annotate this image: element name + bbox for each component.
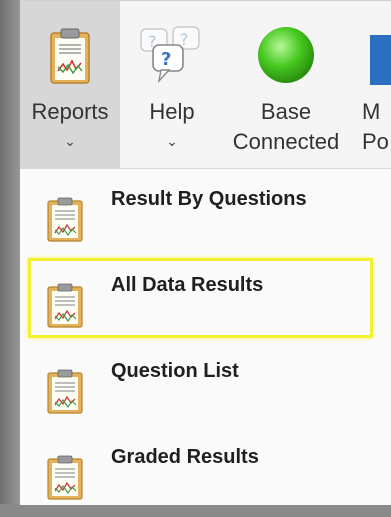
- base-connected-button[interactable]: Base Connected: [224, 1, 348, 169]
- partial-label: M Po: [350, 97, 389, 157]
- help-button[interactable]: ? ? ? Help ⌄: [124, 1, 220, 169]
- green-status-icon: [256, 15, 316, 85]
- menu-item-label: Question List: [111, 360, 239, 382]
- reports-label: Reports: [31, 99, 109, 124]
- svg-text:?: ?: [161, 49, 171, 70]
- help-label: Help: [149, 99, 195, 124]
- background-window-edge: [0, 0, 22, 504]
- highlight-box: [28, 258, 373, 338]
- report-clipboard-icon: [46, 197, 86, 248]
- menu-item-result-by-questions[interactable]: Result By Questions: [20, 173, 391, 259]
- menu-item-graded-results[interactable]: Graded Results: [20, 431, 391, 517]
- menu-item-label: Graded Results: [111, 446, 259, 468]
- report-clipboard-icon: [46, 455, 86, 506]
- base-label-line2: Connected: [232, 129, 340, 154]
- partial-ribbon-button[interactable]: M Po: [350, 1, 391, 169]
- partial-label-line1: M: [362, 99, 381, 124]
- help-bubbles-icon: ? ? ?: [139, 15, 205, 85]
- menu-item-question-list[interactable]: Question List: [20, 345, 391, 431]
- reports-button[interactable]: Reports ⌄: [20, 1, 120, 169]
- base-label: Base Connected: [233, 97, 339, 157]
- base-label-line1: Base: [260, 99, 312, 124]
- ribbon-toolbar: Reports ⌄ ? ? ? Help ⌄ Base Connected M …: [20, 0, 391, 169]
- clipboard-chart-icon: [47, 15, 93, 85]
- chevron-down-icon: ⌄: [166, 133, 178, 149]
- partial-icon: [350, 15, 391, 85]
- partial-label-line2: Po: [362, 129, 389, 154]
- reports-dropdown-menu: Result By Questions All Data Results Que…: [20, 168, 391, 505]
- menu-item-label: Result By Questions: [111, 188, 307, 210]
- report-clipboard-icon: [46, 369, 86, 420]
- chevron-down-icon: ⌄: [64, 133, 76, 149]
